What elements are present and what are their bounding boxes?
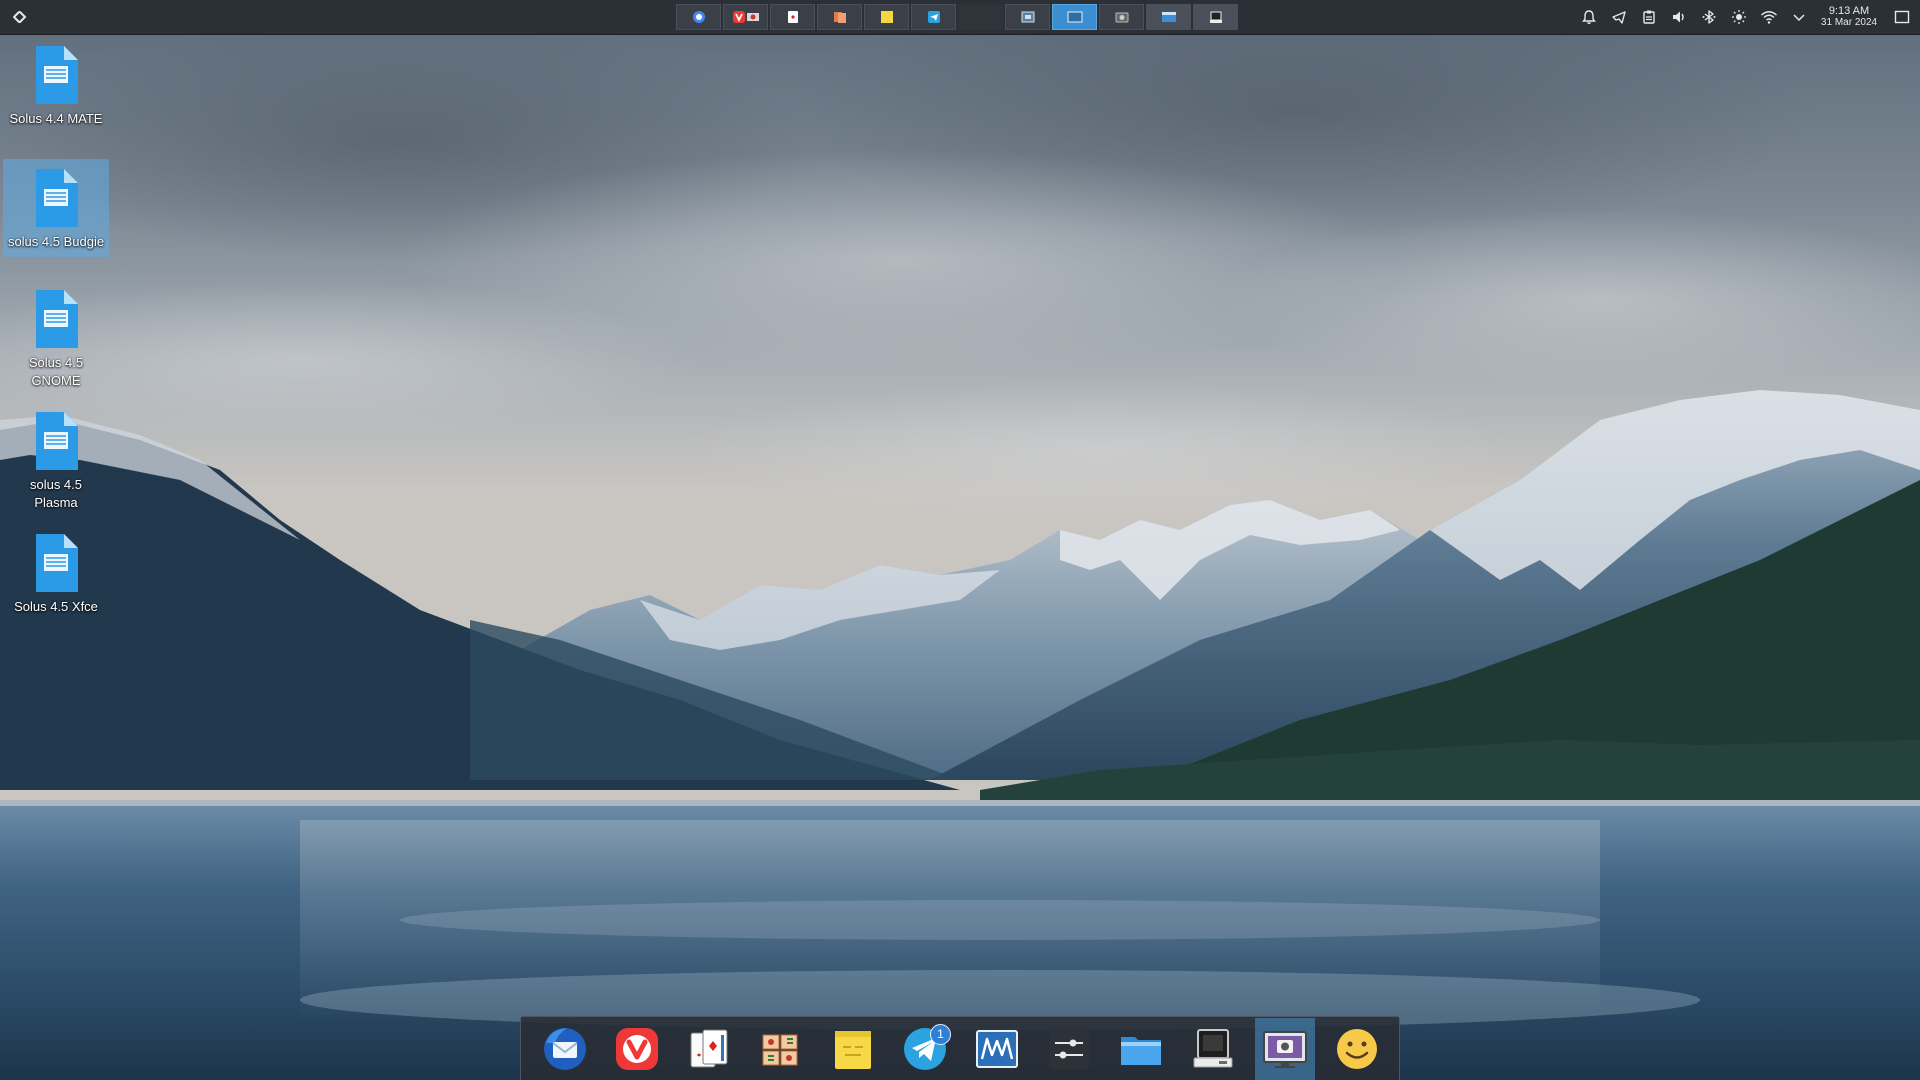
desktop[interactable]: 9:13 AM 31 Mar 2024 Solus 4.4 MATE solus… (0, 0, 1920, 1080)
thunderbird-icon (544, 1027, 586, 1070)
dock-telegram[interactable]: 1 (895, 1018, 955, 1080)
window-icon (1067, 11, 1082, 23)
wifi-button[interactable] (1754, 0, 1784, 34)
camera-icon (1115, 12, 1128, 23)
dock-settings[interactable] (1039, 1018, 1099, 1080)
show-desktop-button[interactable] (1884, 0, 1920, 34)
top-panel: 9:13 AM 31 Mar 2024 (0, 0, 1920, 35)
document-file-icon (36, 412, 78, 470)
desktop-file-solus-4-5-budgie[interactable]: solus 4.5 Budgie (3, 159, 109, 257)
dock-mahjongg[interactable] (751, 1018, 811, 1080)
dock-solitaire[interactable] (679, 1018, 739, 1080)
system-monitor-icon (976, 1029, 1018, 1068)
disk-utility-icon (1193, 1028, 1233, 1067)
clock[interactable]: 9:13 AM 31 Mar 2024 (1814, 0, 1884, 34)
task-file-manager[interactable] (1146, 4, 1191, 30)
wallpaper (0, 0, 1920, 1080)
disk-manager-icon (1209, 11, 1222, 23)
dock-system-monitor[interactable] (967, 1018, 1027, 1080)
wifi-icon (1761, 11, 1777, 24)
dock-thunderbird[interactable] (535, 1018, 595, 1080)
task-blank[interactable] (958, 4, 1003, 30)
document-file-icon (36, 169, 78, 227)
telegram-icon (927, 11, 940, 23)
telegram-tray-icon (1612, 11, 1626, 24)
app-menu-button[interactable] (8, 5, 32, 29)
task-telegram[interactable] (911, 4, 956, 30)
desktop-file-solus-4-5-xfce[interactable]: Solus 4.5 Xfce (3, 524, 109, 622)
document-file-icon (36, 290, 78, 348)
dock-sticky-notes[interactable] (823, 1018, 883, 1080)
task-sticky-notes[interactable] (864, 4, 909, 30)
task-disk-manager[interactable] (1193, 4, 1238, 30)
desktop-file-label: Solus 4.4 MATE (9, 111, 103, 126)
clipboard-button[interactable] (1634, 0, 1664, 34)
sticky-notes-icon (880, 11, 893, 23)
desktop-file-solus-4-5-gnome[interactable]: Solus 4.5 GNOME (3, 280, 109, 396)
dock: 1 (520, 1016, 1400, 1080)
telegram-tray-button[interactable] (1604, 0, 1634, 34)
show-desktop-icon (1894, 10, 1910, 24)
vivaldi-icon (732, 11, 759, 23)
dock-files[interactable] (1111, 1018, 1171, 1080)
screenshot-icon (1263, 1030, 1307, 1068)
mahjongg-icon (762, 1034, 798, 1065)
solitaire-icon (690, 1029, 728, 1067)
chrome-icon (692, 11, 705, 23)
task-list (676, 4, 1240, 30)
dock-disk-utility[interactable] (1183, 1018, 1243, 1080)
vivaldi-icon (616, 1027, 658, 1070)
volume-button[interactable] (1664, 0, 1694, 34)
desktop-file-solus-4-4-mate[interactable]: Solus 4.4 MATE (3, 36, 109, 134)
desktop-file-label: Solus 4.5 Xfce (14, 599, 98, 614)
desktop-file-label: Solus 4.5 GNOME (28, 355, 84, 388)
task-camera[interactable] (1099, 4, 1144, 30)
task-active-window[interactable] (1052, 4, 1097, 30)
mahjong-icon (833, 12, 846, 23)
desktop-file-label: solus 4.5 Plasma (29, 477, 83, 510)
tray-expand-chevron-icon (1793, 14, 1805, 22)
notification-bell-icon (1582, 10, 1596, 24)
task-screenshot-tool[interactable] (1005, 4, 1050, 30)
brightness-icon (1732, 10, 1746, 24)
clipboard-icon (1643, 10, 1655, 24)
clock-time: 9:13 AM (1828, 5, 1870, 17)
volume-icon (1673, 11, 1684, 23)
telegram-unread-badge: 1 (930, 1023, 951, 1045)
settings-sliders-icon (1049, 1028, 1089, 1069)
dock-screenshot[interactable] (1255, 1017, 1315, 1080)
tray-expand-button[interactable] (1784, 0, 1814, 34)
notification-bell-button[interactable] (1574, 0, 1604, 34)
bluetooth-button[interactable] (1694, 0, 1724, 34)
card-game-icon (787, 11, 798, 23)
files-icon (1121, 1036, 1161, 1065)
file-manager-icon (1161, 12, 1176, 22)
task-chrome[interactable] (676, 4, 721, 30)
dock-emoji-picker[interactable] (1327, 1018, 1387, 1080)
desktop-file-solus-4-5-plasma[interactable]: solus 4.5 Plasma (3, 402, 109, 518)
task-mahjong[interactable] (817, 4, 862, 30)
dock-vivaldi[interactable] (607, 1018, 667, 1080)
desktop-file-label: solus 4.5 Budgie (7, 234, 105, 249)
task-vivaldi[interactable] (723, 4, 768, 30)
sticky-notes-icon (835, 1030, 871, 1069)
bluetooth-icon (1702, 10, 1716, 24)
document-file-icon (36, 46, 78, 104)
document-file-icon (36, 534, 78, 592)
emoji-picker-icon (1337, 1028, 1377, 1069)
clock-date: 31 Mar 2024 (1820, 17, 1878, 28)
system-tray: 9:13 AM 31 Mar 2024 (1574, 0, 1920, 34)
task-card-game[interactable] (770, 4, 815, 30)
app-menu-icon (13, 11, 27, 23)
brightness-button[interactable] (1724, 0, 1754, 34)
screenshot-tool-icon (1021, 11, 1034, 23)
